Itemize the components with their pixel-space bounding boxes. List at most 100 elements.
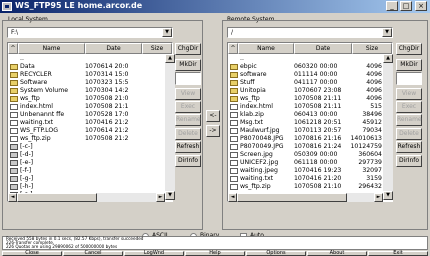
local-horizontal-scrollbar[interactable]: ◄ ► [8, 193, 165, 202]
local-hscroll-thumb[interactable] [17, 193, 97, 202]
list-item[interactable]: P8070049.JPG 1070816 21:24 10124759 [228, 143, 382, 151]
local-chgdir-button[interactable]: ChgDir [175, 43, 201, 55]
list-item[interactable]: [-h-] [8, 183, 162, 191]
list-item[interactable]: waiting.jpeg 1070416 19:23 32097 [228, 167, 382, 175]
drive-icon [10, 176, 18, 182]
list-item[interactable]: Screen.jpg 050309 00:00 360604 [228, 151, 382, 159]
list-item[interactable]: RECYCLER 1070314 15:0 [8, 71, 162, 79]
file-size: 4096 [366, 95, 382, 102]
chevron-down-icon[interactable]: ▼ [162, 28, 172, 37]
remote-sort-toggle[interactable]: ^ [228, 43, 238, 54]
list-item[interactable]: ws_ftp 1070508 21:0 [8, 95, 162, 103]
local-exec-button[interactable]: Exec [175, 101, 201, 113]
help-button[interactable]: Help [185, 251, 245, 256]
upload-to-local-button[interactable]: <- [206, 110, 220, 122]
remote-vertical-scrollbar[interactable]: ▲ ▼ [383, 54, 393, 200]
list-item[interactable]: Unitopia 1070607 23:08 4096 [228, 87, 382, 95]
remote-header-size[interactable]: Size [352, 43, 392, 54]
minimize-button[interactable]: _ [386, 1, 398, 11]
local-view-button[interactable]: View [175, 88, 201, 100]
remote-exec-button[interactable]: Exec [396, 101, 422, 113]
remote-header-date[interactable]: Date [294, 43, 352, 54]
exit-button[interactable]: Exit [368, 251, 428, 256]
logwnd-button[interactable]: LogWnd [124, 251, 184, 256]
local-vertical-scrollbar[interactable]: ▲ ▼ [165, 54, 175, 200]
list-item[interactable]: index.html 1070508 21:1 [8, 103, 162, 111]
local-dirinfo-button[interactable]: DirInfo [175, 155, 201, 167]
remote-rename-button[interactable]: Rename [396, 114, 422, 126]
list-item[interactable]: [-e-] [8, 159, 162, 167]
remote-mkdir-button[interactable]: MkDir [396, 59, 422, 71]
remote-hscroll-thumb[interactable] [237, 193, 347, 202]
remote-view-button[interactable]: View [396, 88, 422, 100]
list-item[interactable]: .. [228, 55, 382, 63]
list-item[interactable]: WS_FTP.LOG 1070614 21:2 [8, 127, 162, 135]
file-date: 041117 00:00 [294, 79, 338, 86]
scroll-right-icon[interactable]: ► [156, 193, 165, 202]
list-item[interactable]: waiting.txt 1070416 21:2 [8, 119, 162, 127]
close-window-button[interactable]: × [415, 1, 427, 11]
list-item[interactable]: [-f-] [8, 167, 162, 175]
remote-dirinfo-button[interactable]: DirInfo [396, 155, 422, 167]
local-mkdir-button[interactable]: MkDir [175, 59, 201, 71]
list-item[interactable]: software 011114 00:00 4096 [228, 71, 382, 79]
file-date: 1070508 21:10 [294, 183, 342, 190]
scroll-left-icon[interactable]: ◄ [228, 193, 237, 202]
local-refresh-button[interactable]: Refresh [175, 141, 201, 153]
local-header-date[interactable]: Date [85, 43, 142, 54]
local-file-list[interactable]: ^ Name Date Size .. Data 1070614 20:0 RECYC… [7, 42, 173, 202]
list-item[interactable]: waiting.txt 1070416 21:20 3159 [228, 175, 382, 183]
list-item[interactable]: Software 1070323 15:5 [8, 79, 162, 87]
list-item[interactable]: Maulwurf.jpg 1070113 20:57 79034 [228, 127, 382, 135]
local-rename-button[interactable]: Rename [175, 114, 201, 126]
list-item[interactable]: [-c-] [8, 143, 162, 151]
app-icon[interactable] [2, 2, 12, 11]
remote-header-name[interactable]: Name [238, 43, 294, 54]
scroll-right-icon[interactable]: ► [374, 193, 383, 202]
chevron-down-icon[interactable]: ▼ [382, 28, 392, 37]
scroll-up-icon[interactable]: ▲ [165, 54, 175, 63]
about-button[interactable]: About [307, 251, 367, 256]
local-header-size[interactable]: Size [142, 43, 172, 54]
scroll-up-icon[interactable]: ▲ [383, 54, 393, 63]
scroll-down-icon[interactable]: ▼ [165, 191, 175, 200]
remote-delete-button[interactable]: Delete [396, 128, 422, 140]
remote-refresh-button[interactable]: Refresh [396, 141, 422, 153]
list-item[interactable]: [-d-] [8, 151, 162, 159]
local-delete-button[interactable]: Delete [175, 128, 201, 140]
list-item[interactable]: System Volume 1070304 14:2 [8, 87, 162, 95]
message-log[interactable]: Received 558 bytes in 0.1 secs, (82.57 K… [2, 236, 428, 250]
list-item[interactable]: ws_ftp 1070508 21:11 4096 [228, 95, 382, 103]
list-item[interactable]: klab.zip 060413 00:00 38496 [228, 111, 382, 119]
list-item[interactable]: Stuff 041117 00:00 4096 [228, 79, 382, 87]
remote-horizontal-scrollbar[interactable]: ◄ ► [228, 193, 383, 202]
list-item[interactable]: Data 1070614 20:0 [8, 63, 162, 71]
list-item[interactable]: Unbenannt ffe 1070528 17:0 [8, 111, 162, 119]
local-header-name[interactable]: Name [18, 43, 85, 54]
remote-mask-input[interactable] [396, 72, 422, 85]
cancel-button[interactable]: Cancel [63, 251, 123, 256]
list-item[interactable]: [-g-] [8, 175, 162, 183]
scroll-down-icon[interactable]: ▼ [383, 191, 393, 200]
list-item[interactable]: index.html 1070508 21:11 515 [228, 103, 382, 111]
list-item[interactable]: ws_ftp.zip 1070508 21:2 [8, 135, 162, 143]
list-item[interactable]: UNICEF2.jpg 061118 00:00 297739 [228, 159, 382, 167]
scroll-left-icon[interactable]: ◄ [8, 193, 17, 202]
remote-path-combo[interactable]: / ▼ [227, 27, 393, 38]
options-button[interactable]: Options [246, 251, 306, 256]
list-item[interactable]: P8070048.JPG 1070816 21:16 14010613 [228, 135, 382, 143]
local-sort-toggle[interactable]: ^ [8, 43, 18, 54]
list-item[interactable]: Msg.txt 1061218 20:51 45912 [228, 119, 382, 127]
download-to-remote-button[interactable]: -> [206, 125, 220, 137]
file-date: 060413 00:00 [294, 111, 338, 118]
list-item[interactable]: ws_ftp.zip 1070508 21:10 296432 [228, 183, 382, 191]
list-item[interactable]: .. [8, 55, 162, 63]
remote-file-list[interactable]: ^ Name Date Size .. ebpic 060320 00:00 4096… [227, 42, 393, 202]
file-name: software [240, 71, 267, 78]
maximize-button[interactable]: □ [400, 1, 412, 11]
local-mask-input[interactable] [175, 72, 201, 85]
remote-chgdir-button[interactable]: ChgDir [396, 43, 422, 55]
list-item[interactable]: ebpic 060320 00:00 4096 [228, 63, 382, 71]
local-path-combo[interactable]: F:\ ▼ [7, 27, 173, 38]
close-button[interactable]: Close [2, 251, 62, 256]
